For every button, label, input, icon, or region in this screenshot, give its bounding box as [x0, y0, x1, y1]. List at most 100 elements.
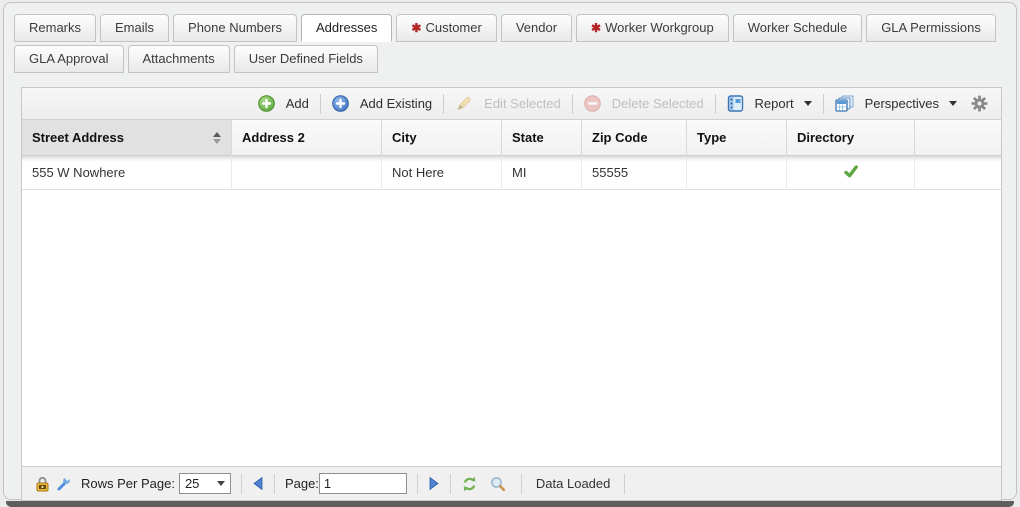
perspectives-cascade-icon [835, 95, 854, 112]
delete-selected-button[interactable]: Delete Selected [580, 95, 708, 112]
window-frame: Remarks Emails Phone Numbers Addresses ✱… [3, 2, 1017, 500]
column-label: City [392, 130, 417, 145]
table-row[interactable]: 555 W Nowhere Not Here MI 55555 [22, 156, 1001, 190]
wrench-icon[interactable] [55, 475, 72, 492]
gear-icon [971, 95, 988, 112]
footer-separator [417, 474, 418, 494]
perspectives-button[interactable]: Perspectives [831, 95, 961, 112]
tab-label: GLA Approval [29, 51, 109, 66]
tab-label: Vendor [516, 20, 557, 35]
rows-per-page-select[interactable]: 25 [179, 473, 231, 494]
toolbar-separator [443, 94, 444, 114]
column-header-street-address[interactable]: Street Address [22, 120, 232, 155]
grid-toolbar: Add Add Existing Edit Selected [22, 88, 1001, 119]
tab-label: Attachments [143, 51, 215, 66]
add-button[interactable]: Add [254, 95, 313, 112]
tab-gla-approval[interactable]: GLA Approval [14, 45, 124, 73]
rows-per-page-label: Rows Per Page: [81, 476, 175, 491]
grid-header-row: Street Address Address 2 City State Zip … [22, 119, 1001, 156]
toolbar-separator [572, 94, 573, 114]
footer-separator [624, 474, 625, 494]
add-existing-button[interactable]: Add Existing [328, 95, 436, 112]
column-label: Directory [797, 130, 854, 145]
tab-worker-workgroup[interactable]: ✱ Worker Workgroup [576, 14, 729, 42]
toolbar-separator [823, 94, 824, 114]
page-input[interactable] [319, 473, 407, 494]
cell-city: Not Here [382, 156, 502, 189]
window-bottom-bezel [6, 501, 1014, 507]
tab-worker-schedule[interactable]: Worker Schedule [733, 14, 862, 42]
cell-street-address: 555 W Nowhere [22, 156, 232, 189]
cell-type [687, 156, 787, 189]
column-header-zip-code[interactable]: Zip Code [582, 120, 687, 155]
tab-label: Customer [425, 20, 481, 35]
lock-icon[interactable] [35, 476, 50, 492]
tab-label: Worker Schedule [748, 20, 847, 35]
addresses-grid-panel: Add Add Existing Edit Selected [21, 87, 1002, 501]
grid-body: 555 W Nowhere Not Here MI 55555 [22, 156, 1001, 466]
column-label: Zip Code [592, 130, 648, 145]
tab-gla-permissions[interactable]: GLA Permissions [866, 14, 996, 42]
tab-vendor[interactable]: Vendor [501, 14, 572, 42]
rows-per-page-value: 25 [185, 476, 199, 491]
checkmark-icon [843, 164, 859, 182]
grid-footer: Rows Per Page: 25 Page: [22, 466, 1001, 500]
footer-separator [450, 474, 451, 494]
tab-label: Emails [115, 20, 154, 35]
add-existing-label: Add Existing [360, 96, 432, 111]
tab-customer[interactable]: ✱Customer [396, 14, 496, 42]
previous-page-button[interactable] [252, 476, 264, 491]
cell-zip-code: 55555 [582, 156, 687, 189]
add-existing-icon [332, 95, 349, 112]
edit-selected-button[interactable]: Edit Selected [451, 96, 565, 112]
sort-icon[interactable] [213, 132, 221, 144]
column-label: Street Address [32, 130, 124, 145]
cell-directory [787, 156, 915, 189]
toolbar-separator [715, 94, 716, 114]
tab-phone-numbers[interactable]: Phone Numbers [173, 14, 297, 42]
tab-row-1: Remarks Emails Phone Numbers Addresses ✱… [14, 14, 1006, 42]
tab-attachments[interactable]: Attachments [128, 45, 230, 73]
tab-remarks[interactable]: Remarks [14, 14, 96, 42]
column-label: State [512, 130, 544, 145]
report-dropdown-caret-icon [804, 101, 812, 106]
report-button[interactable]: Report [723, 95, 816, 112]
tab-label: Remarks [29, 20, 81, 35]
cell-state: MI [502, 156, 582, 189]
edit-selected-label: Edit Selected [484, 96, 561, 111]
column-header-state[interactable]: State [502, 120, 582, 155]
column-header-empty [915, 120, 1001, 155]
tab-label: Phone Numbers [188, 20, 282, 35]
add-label: Add [286, 96, 309, 111]
column-header-address-2[interactable]: Address 2 [232, 120, 382, 155]
toolbar-separator [320, 94, 321, 114]
refresh-icon[interactable] [461, 476, 478, 492]
tab-label: Worker Workgroup [605, 20, 714, 35]
cell-address-2 [232, 156, 382, 189]
column-header-city[interactable]: City [382, 120, 502, 155]
perspectives-label: Perspectives [865, 96, 939, 111]
tab-emails[interactable]: Emails [100, 14, 169, 42]
column-header-type[interactable]: Type [687, 120, 787, 155]
tab-addresses[interactable]: Addresses [301, 14, 392, 42]
search-icon[interactable] [490, 476, 506, 492]
column-label: Address 2 [242, 130, 305, 145]
delete-selected-label: Delete Selected [612, 96, 704, 111]
tab-row-2: GLA Approval Attachments User Defined Fi… [14, 45, 1006, 73]
column-label: Type [697, 130, 726, 145]
status-text: Data Loaded [536, 476, 610, 491]
next-page-button[interactable] [428, 476, 440, 491]
footer-separator [241, 474, 242, 494]
column-header-directory[interactable]: Directory [787, 120, 915, 155]
select-caret-icon [217, 481, 225, 486]
add-icon [258, 95, 275, 112]
cell-empty [915, 156, 1001, 189]
report-label: Report [755, 96, 794, 111]
footer-separator [274, 474, 275, 494]
report-notebook-icon [727, 95, 744, 112]
footer-separator [521, 474, 522, 494]
tab-user-defined-fields[interactable]: User Defined Fields [234, 45, 378, 73]
required-asterisk-icon: ✱ [591, 21, 601, 35]
tab-label: Addresses [316, 20, 377, 35]
grid-settings-button[interactable] [971, 95, 993, 112]
